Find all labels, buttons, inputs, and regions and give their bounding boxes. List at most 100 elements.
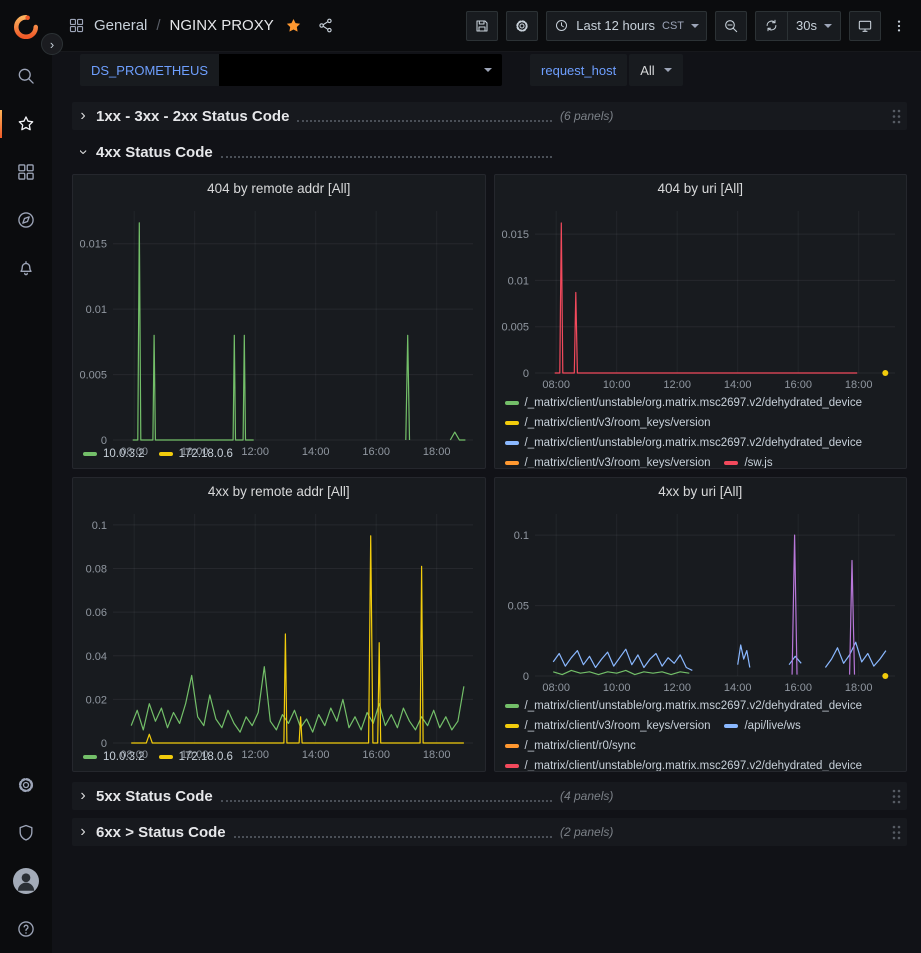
- row-title: 4xx Status Code: [96, 144, 213, 161]
- row-panel-count: (4 panels): [560, 789, 613, 803]
- timezone-label: CST: [662, 20, 684, 32]
- sidebar-item-help[interactable]: [0, 905, 52, 953]
- sidebar-item-dashboards[interactable]: [0, 148, 52, 196]
- panel-title[interactable]: 404 by uri [All]: [495, 175, 907, 203]
- dashboard-title[interactable]: NGINX PROXY: [170, 17, 274, 34]
- chart-legend: /_matrix/client/unstable/org.matrix.msc2…: [495, 696, 907, 771]
- drag-handle-icon[interactable]: [892, 825, 901, 840]
- legend-swatch-icon: [505, 441, 519, 445]
- time-range-picker[interactable]: Last 12 hours CST: [546, 11, 707, 41]
- legend-label: /_matrix/client/unstable/org.matrix.msc2…: [525, 758, 863, 771]
- legend-item[interactable]: /_matrix/client/v3/room_keys/version: [505, 718, 711, 734]
- grafana-app: ›: [0, 0, 921, 953]
- sidebar-item-explore[interactable]: [0, 196, 52, 244]
- svg-text:0.1: 0.1: [92, 520, 107, 532]
- row-5xx-status-code[interactable]: › 5xx Status Code (4 panels): [72, 782, 907, 810]
- panel-title[interactable]: 4xx by uri [All]: [495, 478, 907, 506]
- dotted-leader: [221, 156, 552, 158]
- panel-404-by-remote-addr: 404 by remote addr [All] 08:0010:0012:00…: [72, 174, 486, 469]
- chart-canvas[interactable]: 08:0010:0012:0014:0016:0018:0000.0050.01…: [73, 203, 485, 460]
- row-title: 6xx > Status Code: [96, 824, 226, 841]
- datasource-variable-label[interactable]: DS_PROMETHEUS: [80, 54, 219, 86]
- chart-4xx-by-remote-addr[interactable]: 08:0010:0012:0014:0016:0018:0000.020.040…: [73, 506, 485, 747]
- svg-text:18:00: 18:00: [844, 682, 872, 694]
- legend-item[interactable]: /_matrix/client/unstable/org.matrix.msc2…: [505, 435, 863, 451]
- main-area: General / NGINX PROXY: [52, 0, 921, 953]
- chart-canvas[interactable]: 08:0010:0012:0014:0016:0018:0000.050.1: [495, 506, 907, 696]
- chevron-right-icon: ›: [50, 38, 54, 51]
- legend-swatch-icon: [505, 744, 519, 748]
- legend-item[interactable]: /_matrix/client/v3/room_keys/version: [505, 415, 711, 431]
- chevron-down-icon: ›: [75, 143, 91, 161]
- chart-canvas[interactable]: 08:0010:0012:0014:0016:0018:0000.0050.01…: [495, 203, 907, 393]
- svg-text:0.08: 0.08: [86, 564, 107, 576]
- sidebar-item-starred[interactable]: [0, 100, 52, 148]
- svg-text:18:00: 18:00: [844, 379, 872, 391]
- datasource-variable-dropdown[interactable]: [219, 54, 502, 86]
- svg-text:0.005: 0.005: [79, 370, 107, 382]
- panel-title[interactable]: 404 by remote addr [All]: [73, 175, 485, 203]
- request-host-variable-value: All: [640, 63, 654, 78]
- sidebar-item-alerting[interactable]: [0, 244, 52, 292]
- legend-label: /_matrix/client/unstable/org.matrix.msc2…: [525, 698, 863, 714]
- gear-icon: [16, 775, 36, 795]
- chart-canvas[interactable]: 08:0010:0012:0014:0016:0018:0000.020.040…: [73, 506, 485, 763]
- refresh-button[interactable]: [756, 12, 787, 40]
- legend-label: /_matrix/client/unstable/org.matrix.msc2…: [525, 395, 863, 411]
- row-6xx-status-code[interactable]: › 6xx > Status Code (2 panels): [72, 818, 907, 846]
- favorite-star-button[interactable]: [285, 17, 302, 34]
- request-host-variable-dropdown[interactable]: All: [629, 54, 682, 86]
- row-4xx-status-code[interactable]: › 4xx Status Code: [72, 138, 907, 166]
- chart-4xx-by-uri[interactable]: 08:0010:0012:0014:0016:0018:0000.050.1: [495, 506, 907, 696]
- dashboard-settings-button[interactable]: [506, 11, 538, 41]
- tv-monitor-icon: [857, 18, 873, 34]
- legend-item[interactable]: /sw.js: [724, 455, 772, 468]
- refresh-icon: [764, 18, 779, 33]
- sidebar-item-profile[interactable]: [0, 857, 52, 905]
- grafana-logo-icon: [13, 13, 39, 39]
- drag-handle-icon[interactable]: [892, 109, 901, 124]
- svg-text:10:00: 10:00: [602, 682, 630, 694]
- tv-mode-button[interactable]: [849, 11, 881, 41]
- share-dashboard-button[interactable]: [317, 17, 334, 34]
- row-left: › 1xx - 3xx - 2xx Status Code: [74, 108, 560, 125]
- sidebar-item-configuration[interactable]: [0, 761, 52, 809]
- svg-text:08:00: 08:00: [542, 682, 570, 694]
- chart-404-by-remote-addr[interactable]: 08:0010:0012:0014:0016:0018:0000.0050.01…: [73, 203, 485, 444]
- legend-item[interactable]: /_matrix/client/unstable/org.matrix.msc2…: [505, 395, 863, 411]
- drag-handle-icon[interactable]: [892, 789, 901, 804]
- legend-label: /api/live/ws: [744, 718, 800, 734]
- more-menu-button[interactable]: [889, 17, 909, 35]
- legend-swatch-icon: [505, 461, 519, 465]
- legend-item[interactable]: /_matrix/client/r0/sync: [505, 738, 636, 754]
- shield-icon: [16, 823, 36, 843]
- breadcrumb-section[interactable]: General: [94, 17, 147, 34]
- star-filled-icon: [285, 17, 302, 34]
- sidebar-item-server-admin[interactable]: [0, 809, 52, 857]
- refresh-interval-label: 30s: [796, 18, 817, 33]
- refresh-interval-dropdown[interactable]: 30s: [787, 12, 840, 40]
- chevron-right-icon: ›: [74, 824, 92, 840]
- help-circle-icon: [16, 919, 36, 939]
- caret-down-icon: [664, 68, 672, 72]
- legend-item[interactable]: /_matrix/client/unstable/org.matrix.msc2…: [505, 758, 863, 771]
- legend-swatch-icon: [724, 461, 738, 465]
- row-1xx-3xx-2xx-status-code[interactable]: › 1xx - 3xx - 2xx Status Code (6 panels): [72, 102, 907, 130]
- gear-icon: [514, 18, 530, 34]
- legend-item[interactable]: /_matrix/client/v3/room_keys/version: [505, 455, 711, 468]
- chart-404-by-uri[interactable]: 08:0010:0012:0014:0016:0018:0000.0050.01…: [495, 203, 907, 393]
- sidebar-item-search[interactable]: [0, 52, 52, 100]
- legend-item[interactable]: /_matrix/client/unstable/org.matrix.msc2…: [505, 698, 863, 714]
- svg-text:16:00: 16:00: [362, 749, 390, 761]
- request-host-variable-label[interactable]: request_host: [530, 54, 627, 86]
- save-dashboard-button[interactable]: [466, 11, 498, 41]
- zoom-out-button[interactable]: [715, 11, 747, 41]
- svg-text:0.01: 0.01: [86, 304, 107, 316]
- panel-title[interactable]: 4xx by remote addr [All]: [73, 478, 485, 506]
- legend-item[interactable]: /api/live/ws: [724, 718, 800, 734]
- svg-text:12:00: 12:00: [241, 446, 269, 458]
- zoom-out-magnifier-icon: [723, 18, 739, 34]
- sidebar-expand-button[interactable]: ›: [41, 33, 63, 55]
- svg-text:12:00: 12:00: [663, 682, 691, 694]
- legend-swatch-icon: [505, 764, 519, 768]
